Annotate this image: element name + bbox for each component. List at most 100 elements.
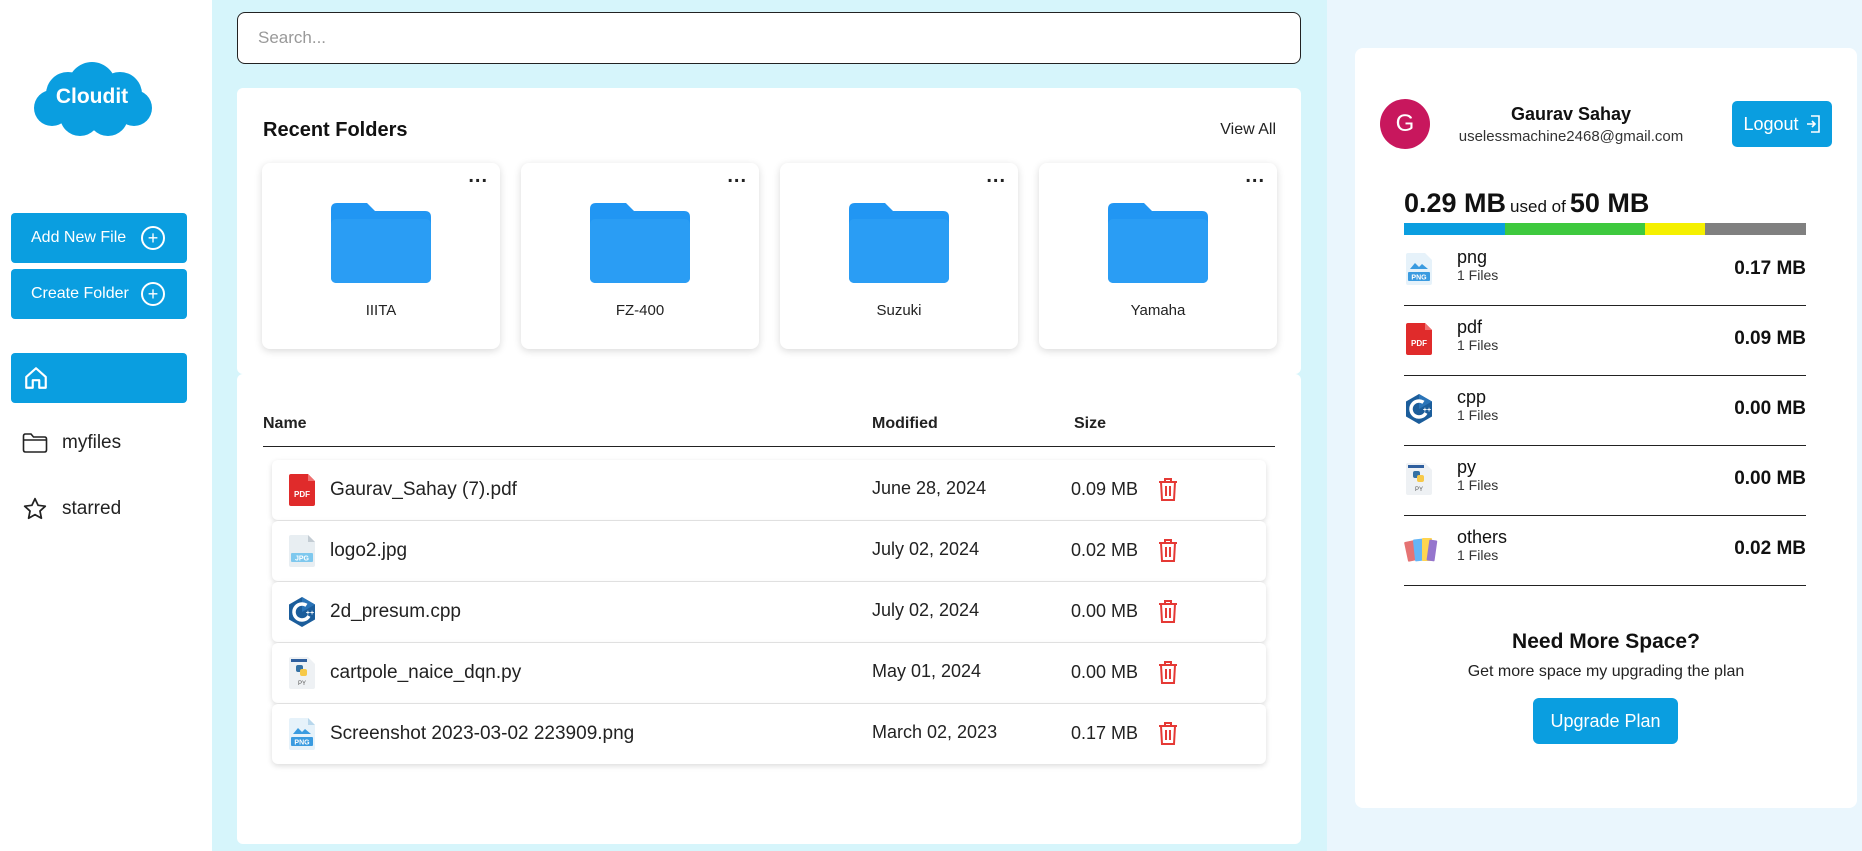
type-size: 0.02 MB xyxy=(1734,538,1806,559)
svg-text:PY: PY xyxy=(298,681,306,687)
file-size: 0.00 MB xyxy=(1071,601,1139,621)
file-size: 0.02 MB xyxy=(1071,540,1139,560)
cpp-file-icon: ++ xyxy=(289,597,315,627)
file-name: logo2.jpg xyxy=(330,540,408,561)
table-row[interactable]: ++ 2d_presum.cpp July 02, 2024 0.00 MB xyxy=(272,582,1266,642)
folder-card[interactable]: ... Yamaha xyxy=(1039,163,1277,349)
table-row[interactable]: PDF Gaurav_Sahay (7).pdf June 28, 2024 0… xyxy=(272,460,1266,520)
nav-myfiles-label: myfiles xyxy=(62,432,122,453)
png-type-icon: PNG xyxy=(1406,253,1432,285)
trash-icon[interactable] xyxy=(1156,537,1180,563)
svg-text:PNG: PNG xyxy=(1411,275,1427,282)
logo-text: Cloudit xyxy=(55,85,129,108)
user-email: uselessmachine2468@gmail.com xyxy=(1458,128,1684,145)
create-folder-label: Create Folder xyxy=(31,285,129,302)
profile-panel: G Gaurav Sahay uselessmachine2468@gmail.… xyxy=(1355,48,1857,808)
file-modified: June 28, 2024 xyxy=(872,478,987,498)
cloudit-logo[interactable]: Cloudit xyxy=(30,60,154,140)
avatar[interactable]: G xyxy=(1380,99,1430,149)
file-modified: March 02, 2023 xyxy=(872,722,998,742)
svg-text:PDF: PDF xyxy=(294,490,310,499)
storage-bar-segment xyxy=(1404,223,1505,235)
storage-usage: 0.29 MB used of 50 MB xyxy=(1404,188,1649,219)
add-new-file-button[interactable]: Add New File + xyxy=(11,213,187,263)
logout-label: Logout xyxy=(1743,113,1799,134)
more-options-icon[interactable]: ... xyxy=(727,165,747,188)
trash-icon[interactable] xyxy=(1156,598,1180,624)
table-row[interactable]: PNG Screenshot 2023-03-02 223909.png Mar… xyxy=(272,704,1266,764)
type-name: cpp xyxy=(1457,387,1487,407)
file-size: 0.00 MB xyxy=(1071,662,1139,682)
storage-used: 0.29 MB xyxy=(1404,188,1507,218)
storage-bar-segment xyxy=(1504,223,1646,235)
nav-home[interactable] xyxy=(11,353,187,403)
upgrade-title: Need More Space? xyxy=(1512,630,1700,653)
file-name: 2d_presum.cpp xyxy=(330,601,461,622)
view-all-link[interactable]: View All xyxy=(1220,121,1276,139)
storage-bar xyxy=(1404,223,1806,235)
folder-icon xyxy=(331,203,431,283)
type-count: 1 Files xyxy=(1457,337,1499,353)
file-modified: July 02, 2024 xyxy=(872,539,980,559)
others-type-icon xyxy=(1404,538,1438,562)
type-count: 1 Files xyxy=(1457,407,1499,423)
trash-icon[interactable] xyxy=(1156,720,1180,746)
column-name[interactable]: Name xyxy=(263,415,307,433)
file-name: cartpole_naice_dqn.py xyxy=(330,662,522,683)
plus-circle-icon: + xyxy=(141,226,165,250)
home-icon xyxy=(25,367,47,389)
folder-card[interactable]: ... Suzuki xyxy=(780,163,1018,349)
logout-button[interactable]: Logout xyxy=(1732,101,1832,147)
file-modified: May 01, 2024 xyxy=(872,661,982,681)
folder-icon xyxy=(590,203,690,283)
type-name: png xyxy=(1457,247,1488,267)
py-file-icon: PY xyxy=(289,657,315,689)
type-name: others xyxy=(1457,527,1508,547)
folder-name: Yamaha xyxy=(1130,302,1186,319)
file-type-row[interactable]: PDF pdf 1 Files 0.09 MB xyxy=(1404,306,1806,376)
upgrade-plan-button[interactable]: Upgrade Plan xyxy=(1533,698,1678,744)
table-row[interactable]: PY cartpole_naice_dqn.py May 01, 2024 0.… xyxy=(272,643,1266,703)
folder-name: FZ-400 xyxy=(615,302,665,319)
svg-text:++: ++ xyxy=(1423,407,1431,414)
more-options-icon[interactable]: ... xyxy=(986,165,1006,188)
search-input[interactable] xyxy=(237,12,1301,64)
upgrade-subtitle: Get more space my upgrading the plan xyxy=(1467,663,1745,680)
nav-myfiles[interactable]: myfiles xyxy=(22,425,192,461)
folder-card[interactable]: ... FZ-400 xyxy=(521,163,759,349)
trash-icon[interactable] xyxy=(1156,476,1180,502)
table-row[interactable]: JPG logo2.jpg July 02, 2024 0.02 MB xyxy=(272,521,1266,581)
type-name: py xyxy=(1457,457,1477,477)
star-icon xyxy=(23,497,47,520)
file-type-row[interactable]: ++ cpp 1 Files 0.00 MB xyxy=(1404,376,1806,446)
create-folder-button[interactable]: Create Folder + xyxy=(11,269,187,319)
more-options-icon[interactable]: ... xyxy=(468,165,488,188)
svg-text:PNG: PNG xyxy=(294,740,310,747)
user-name: Gaurav Sahay xyxy=(1510,104,1632,124)
file-table-header: Name Modified Size xyxy=(263,415,1275,447)
file-type-row[interactable]: others 1 Files 0.02 MB xyxy=(1404,516,1806,586)
column-size[interactable]: Size xyxy=(1074,415,1106,433)
svg-text:PDF: PDF xyxy=(1411,339,1427,348)
svg-text:PY: PY xyxy=(1415,487,1423,493)
cpp-type-icon: ++ xyxy=(1406,394,1432,424)
file-type-row[interactable]: PNG png 1 Files 0.17 MB xyxy=(1404,236,1806,306)
trash-icon[interactable] xyxy=(1156,659,1180,685)
svg-text:JPG: JPG xyxy=(295,556,310,563)
folder-name: Suzuki xyxy=(876,302,922,319)
folder-icon xyxy=(22,433,48,453)
file-type-row[interactable]: PY py 1 Files 0.00 MB xyxy=(1404,446,1806,516)
type-size: 0.09 MB xyxy=(1734,328,1806,349)
plus-circle-icon: + xyxy=(141,282,165,306)
folder-icon xyxy=(849,203,949,283)
column-modified[interactable]: Modified xyxy=(872,415,938,433)
storage-bar-segment xyxy=(1645,223,1706,235)
type-name: pdf xyxy=(1457,317,1483,337)
folder-icon xyxy=(1108,203,1208,283)
more-options-icon[interactable]: ... xyxy=(1245,165,1265,188)
nav-starred[interactable]: starred xyxy=(22,491,192,527)
storage-bar-segment xyxy=(1705,223,1806,235)
recent-folders-title: Recent Folders xyxy=(263,119,408,141)
svg-text:++: ++ xyxy=(306,610,314,617)
folder-card[interactable]: ... IIITA xyxy=(262,163,500,349)
